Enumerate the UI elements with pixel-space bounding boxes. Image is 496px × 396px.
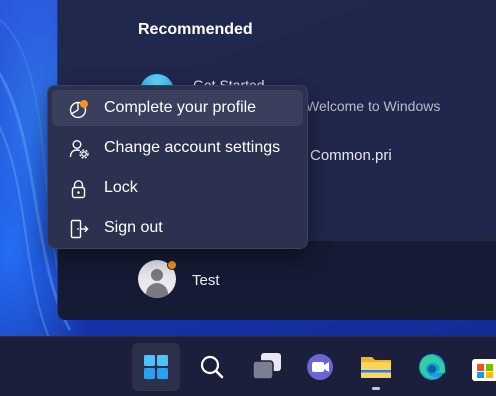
menu-item-label: Lock xyxy=(104,179,138,196)
account-context-menu: Complete your profile Change account set… xyxy=(47,85,308,249)
task-view-button[interactable] xyxy=(242,343,290,391)
store-button[interactable] xyxy=(462,343,496,391)
store-icon xyxy=(462,359,496,395)
search-button[interactable] xyxy=(188,343,236,391)
menu-item-label: Sign out xyxy=(104,219,163,236)
menu-item-label: Change account settings xyxy=(104,139,281,156)
lock-icon xyxy=(69,179,89,199)
user-name: Test xyxy=(192,272,220,289)
search-icon xyxy=(188,355,236,395)
start-button[interactable] xyxy=(132,343,180,391)
user-account-button[interactable]: Test xyxy=(136,258,276,302)
start-icon xyxy=(132,355,180,395)
menu-item-complete-profile[interactable]: Complete your profile xyxy=(52,90,303,126)
menu-item-lock[interactable]: Lock xyxy=(52,170,303,206)
edge-button[interactable] xyxy=(408,343,456,391)
menu-item-change-account-settings[interactable]: Change account settings xyxy=(52,130,303,166)
profile-progress-icon xyxy=(69,99,89,119)
teams-chat-button[interactable] xyxy=(296,343,344,391)
recommended-heading: Recommended xyxy=(138,21,253,38)
teams-chat-icon xyxy=(296,354,344,395)
menu-item-label: Complete your profile xyxy=(104,99,257,116)
task-view-icon xyxy=(242,353,290,395)
running-app-indicator xyxy=(372,387,380,390)
taskbar xyxy=(0,336,496,396)
menu-item-sign-out[interactable]: Sign out xyxy=(52,210,303,246)
recommended-item-title[interactable]: Common.pri xyxy=(310,147,392,164)
edge-icon xyxy=(408,354,456,395)
sign-out-icon xyxy=(69,219,89,239)
start-menu-footer xyxy=(58,240,496,320)
notification-dot xyxy=(167,260,177,270)
account-settings-icon xyxy=(69,139,89,159)
recommended-item-subtitle: Welcome to Windows xyxy=(306,98,441,114)
file-explorer-button[interactable] xyxy=(352,343,400,391)
